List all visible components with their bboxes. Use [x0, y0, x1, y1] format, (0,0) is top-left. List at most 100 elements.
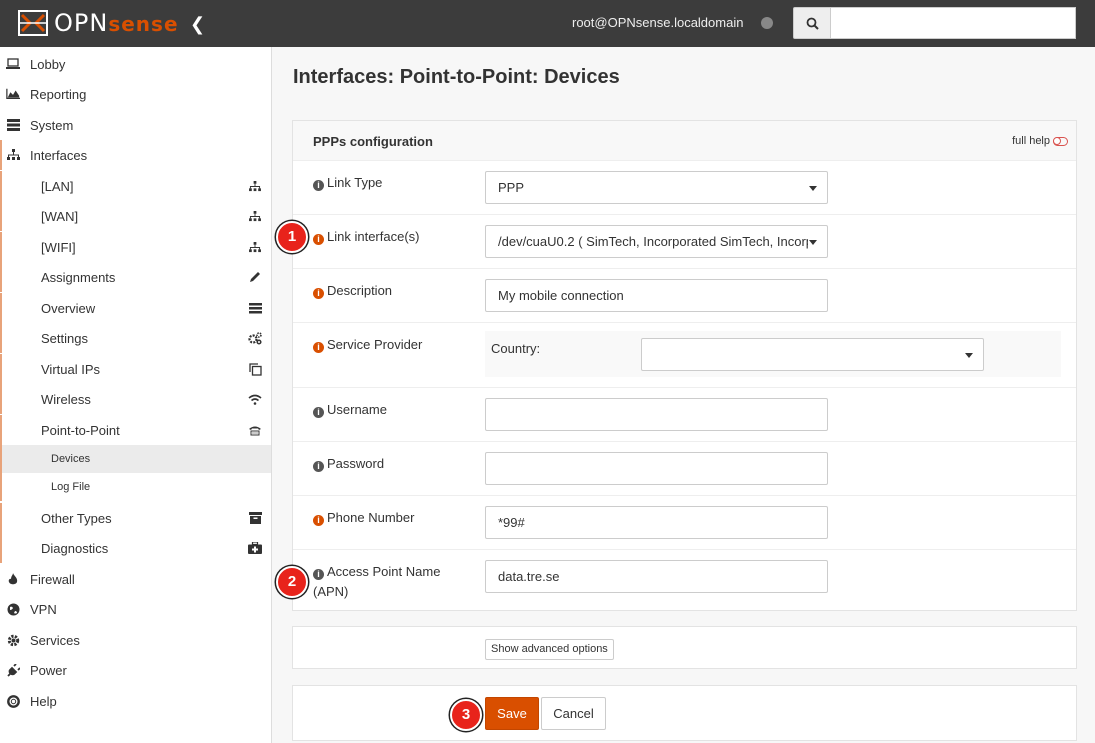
user-label[interactable]: root@OPNsense.localdomain: [572, 15, 743, 30]
sitemap-icon: [248, 240, 262, 254]
link-type-select[interactable]: PPP: [485, 171, 828, 204]
sidebar-item-label: Other Types: [41, 510, 112, 526]
sidebar-item-wifi[interactable]: [WIFI]: [0, 232, 271, 262]
link-interface-select[interactable]: /dev/cuaU0.2 ( SimTech, Incorporated Sim…: [485, 225, 828, 258]
sidebar-item-label: Wireless: [41, 391, 91, 407]
sidebar-item-label: Reporting: [30, 86, 87, 102]
wifi-icon: [248, 392, 262, 406]
sitemap-icon: [248, 209, 262, 223]
sidebar-item-diagnostics[interactable]: Diagnostics: [0, 533, 271, 563]
sidebar-item-label: Interfaces: [30, 147, 88, 163]
laptop-icon: [6, 57, 20, 71]
action-panel: Save Cancel: [292, 685, 1077, 741]
sidebar-item-label: Services: [30, 632, 80, 648]
sidebar-item-label: VPN: [30, 601, 57, 617]
apn-input[interactable]: data.tre.se: [485, 560, 828, 593]
sitemap-icon: [248, 179, 262, 193]
sidebar-item-overview[interactable]: Overview: [0, 293, 271, 323]
password-label: i Password: [313, 454, 463, 474]
link-type-label: i Link Type: [313, 173, 463, 193]
show-advanced-options-button[interactable]: Show advanced options: [485, 639, 614, 660]
username-input[interactable]: [485, 398, 828, 431]
sidebar-item-lobby[interactable]: Lobby: [0, 49, 271, 79]
cancel-button[interactable]: Cancel: [541, 697, 606, 730]
area-chart-icon: [6, 87, 20, 101]
sidebar-item-label: System: [30, 117, 74, 133]
sidebar-item-system[interactable]: System: [0, 110, 271, 140]
info-icon[interactable]: i: [313, 288, 324, 299]
medkit-icon: [248, 541, 262, 555]
row-description: i Description My mobile connection: [293, 269, 1076, 323]
fire-icon: [6, 572, 20, 586]
sitemap-icon: [6, 148, 20, 162]
sidebar-item-label: [WIFI]: [41, 239, 76, 255]
sidebar-item-settings[interactable]: Settings: [0, 323, 271, 353]
caret-down-icon: [809, 240, 817, 245]
plug-icon: [6, 663, 20, 677]
service-provider-label: i Service Provider: [313, 335, 463, 355]
link-type-value: PPP: [498, 180, 525, 195]
info-icon[interactable]: i: [313, 461, 324, 472]
sidebar-item-label: Point-to-Point: [41, 422, 120, 438]
username-label: i Username: [313, 400, 463, 420]
sidebar-item-log-file[interactable]: Log File: [0, 473, 271, 501]
pencil-icon: [248, 270, 262, 284]
sidebar-item-assignments[interactable]: Assignments: [0, 262, 271, 292]
logo-text: OPNsense: [54, 9, 179, 37]
row-apn: i Access Point Name (APN) data.tre.se: [293, 550, 1076, 610]
info-icon[interactable]: i: [313, 515, 324, 526]
row-username: i Username: [293, 388, 1076, 442]
password-input[interactable]: [485, 452, 828, 485]
sidebar-item-services[interactable]: Services: [0, 625, 271, 655]
top-bar: OPNsense ❮ root@OPNsense.localdomain: [0, 0, 1095, 47]
save-button[interactable]: Save: [485, 697, 539, 730]
search-input[interactable]: [831, 7, 1076, 39]
row-password: i Password: [293, 442, 1076, 496]
sidebar-item-virtual-ips[interactable]: Virtual IPs: [0, 354, 271, 384]
sidebar-item-label: Log File: [51, 481, 91, 493]
sidebar-item-other-types[interactable]: Other Types: [0, 503, 271, 533]
apn-label: i Access Point Name (APN): [313, 564, 441, 599]
opnsense-logo[interactable]: OPNsense: [18, 8, 179, 38]
service-provider-box: Country:: [485, 331, 1061, 377]
sidebar-item-label: Overview: [41, 300, 96, 316]
globe-icon: [6, 602, 20, 616]
sidebar-item-reporting[interactable]: Reporting: [0, 79, 271, 109]
collapse-sidebar-icon[interactable]: ❮: [190, 14, 205, 35]
sidebar-item-wireless[interactable]: Wireless: [0, 384, 271, 414]
description-input[interactable]: My mobile connection: [485, 279, 828, 312]
opnsense-logo-icon: [18, 10, 48, 36]
step-marker-2: 2: [276, 566, 308, 598]
search-button[interactable]: [793, 7, 831, 39]
info-icon[interactable]: i: [313, 569, 324, 580]
full-help-toggle[interactable]: full help: [1012, 135, 1068, 147]
sidebar-item-firewall[interactable]: Firewall: [0, 564, 271, 594]
page-title: Interfaces: Point-to-Point: Devices: [293, 66, 620, 88]
status-indicator: [761, 17, 773, 29]
sidebar-item-help[interactable]: Help: [0, 686, 271, 716]
sidebar: Lobby Reporting System Interfaces [LAN] …: [0, 47, 272, 743]
link-interface-value: /dev/cuaU0.2 ( SimTech, Incorporated Sim…: [498, 234, 808, 249]
sidebar-item-devices[interactable]: Devices: [0, 445, 271, 473]
info-icon[interactable]: i: [313, 180, 324, 191]
sidebar-item-point-to-point[interactable]: Point-to-Point: [0, 415, 271, 445]
cogs-icon: [248, 331, 262, 345]
step-marker-1: 1: [276, 221, 308, 253]
link-interface-label: i Link interface(s): [313, 227, 463, 247]
section-title: PPPs configuration: [313, 134, 433, 149]
sidebar-item-wan[interactable]: [WAN]: [0, 201, 271, 231]
support-icon: [6, 694, 20, 708]
info-icon[interactable]: i: [313, 234, 324, 245]
sidebar-item-power[interactable]: Power: [0, 655, 271, 685]
row-link-type: i Link Type PPP: [293, 161, 1076, 215]
country-select[interactable]: [641, 338, 984, 371]
sidebar-item-interfaces[interactable]: Interfaces: [0, 140, 271, 170]
info-icon[interactable]: i: [313, 407, 324, 418]
panel-header: PPPs configuration full help: [293, 121, 1076, 161]
info-icon[interactable]: i: [313, 342, 324, 353]
phone-number-input[interactable]: *99#: [485, 506, 828, 539]
archive-icon: [248, 511, 262, 525]
sidebar-item-lan[interactable]: [LAN]: [0, 171, 271, 201]
sidebar-item-vpn[interactable]: VPN: [0, 594, 271, 624]
tty-icon: [248, 423, 262, 437]
